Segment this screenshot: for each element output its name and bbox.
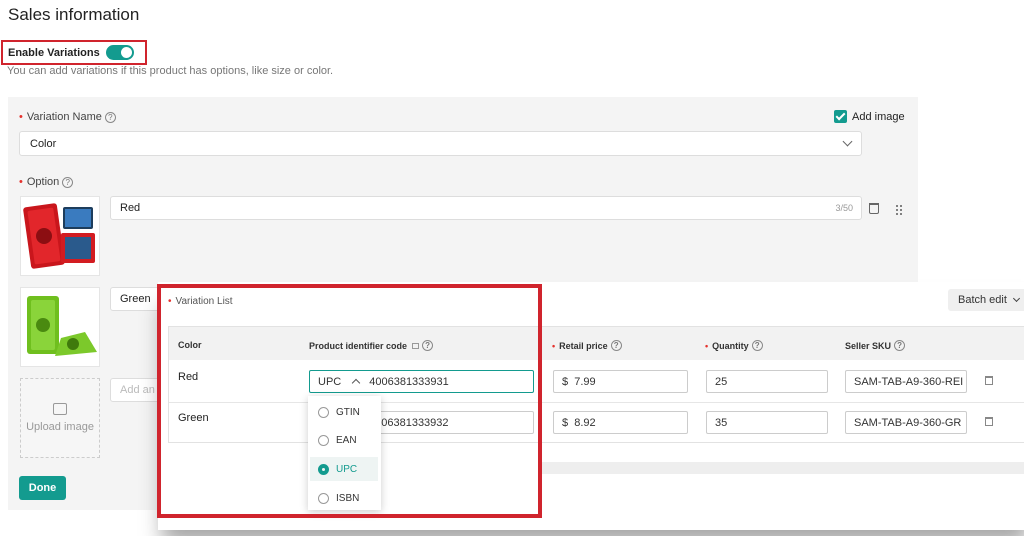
radio-icon (318, 492, 329, 504)
drag-handle-icon[interactable] (895, 204, 903, 215)
sku-input-green[interactable]: SAM-TAB-A9-360-GR (845, 411, 967, 434)
done-button[interactable]: Done (19, 476, 66, 500)
trash-icon[interactable] (869, 203, 879, 214)
column-header-quantity: • Quantity? (705, 340, 763, 351)
enable-variations-toggle[interactable] (105, 45, 134, 60)
chevron-up-icon (351, 378, 361, 388)
help-icon[interactable]: ? (894, 340, 906, 351)
enable-variations-label: Enable Variations (8, 46, 100, 59)
add-image-label: Add image (852, 110, 905, 123)
help-icon[interactable]: ? (62, 176, 74, 188)
help-icon[interactable]: ? (610, 340, 622, 351)
image-icon (53, 403, 67, 415)
batch-edit-button[interactable]: Batch edit (948, 289, 1024, 311)
column-header-color: Color (178, 340, 202, 350)
variation-name-select[interactable]: Color (19, 131, 862, 156)
chevron-down-icon (1012, 294, 1020, 303)
checkbox-checked-icon (834, 110, 847, 123)
chevron-down-icon (842, 136, 853, 147)
option-input-green[interactable]: Green (110, 287, 160, 311)
option-input-red[interactable]: Red 3/50 (110, 196, 862, 220)
variation-list-title: • Variation List (168, 296, 233, 307)
lock-icon (412, 342, 420, 349)
price-input-green[interactable]: $ 8.92 (553, 411, 688, 434)
tablet-case-green-image (21, 288, 99, 366)
page-title: Sales information (8, 5, 140, 24)
column-header-product-id: Product identifier code ? (309, 340, 434, 351)
quantity-input-red[interactable]: 25 (706, 370, 828, 393)
dropdown-option-upc[interactable]: UPC (310, 457, 378, 481)
variation-name-value: Color (30, 137, 57, 150)
variations-hint: You can add variations if this product h… (7, 65, 334, 77)
trash-icon[interactable] (985, 376, 993, 385)
variation-name-label: • Variation Name? (19, 111, 116, 123)
column-header-retail-price: • Retail price? (552, 340, 622, 351)
row-divider (169, 402, 1024, 403)
row-color-red: Red (178, 371, 199, 383)
radio-icon (318, 406, 329, 418)
divider (540, 462, 1024, 474)
quantity-input-green[interactable]: 35 (706, 411, 828, 434)
help-icon[interactable]: ? (104, 111, 116, 123)
add-image-checkbox[interactable]: Add image (834, 110, 905, 123)
tablet-case-red-image (21, 197, 99, 275)
upload-image-label: Upload image (26, 421, 94, 433)
product-id-input-red[interactable]: UPC 4006381333931 (309, 370, 534, 393)
upload-image-button[interactable]: Upload image (20, 378, 100, 458)
radio-icon (318, 434, 329, 446)
help-icon[interactable]: ? (422, 340, 434, 351)
dropdown-option-gtin[interactable]: GTIN (310, 400, 378, 424)
option-image-red[interactable] (20, 196, 100, 276)
row-color-green: Green (178, 412, 209, 424)
price-input-red[interactable]: $ 7.99 (553, 370, 688, 393)
trash-icon[interactable] (985, 417, 993, 426)
dropdown-option-ean[interactable]: EAN (310, 428, 378, 452)
sku-input-red[interactable]: SAM-TAB-A9-360-REI (845, 370, 967, 393)
add-option-input[interactable]: Add an (110, 378, 160, 402)
dropdown-option-isbn[interactable]: ISBN (310, 486, 378, 510)
enable-variations-row: Enable Variations (1, 40, 147, 65)
char-counter: 3/50 (835, 203, 853, 213)
radio-selected-icon (318, 463, 329, 475)
column-header-seller-sku: Seller SKU? (845, 340, 906, 351)
help-icon[interactable]: ? (751, 340, 763, 351)
id-type-selector[interactable]: UPC (318, 376, 341, 388)
option-image-green[interactable] (20, 287, 100, 367)
option-label: • Option? (19, 176, 74, 188)
